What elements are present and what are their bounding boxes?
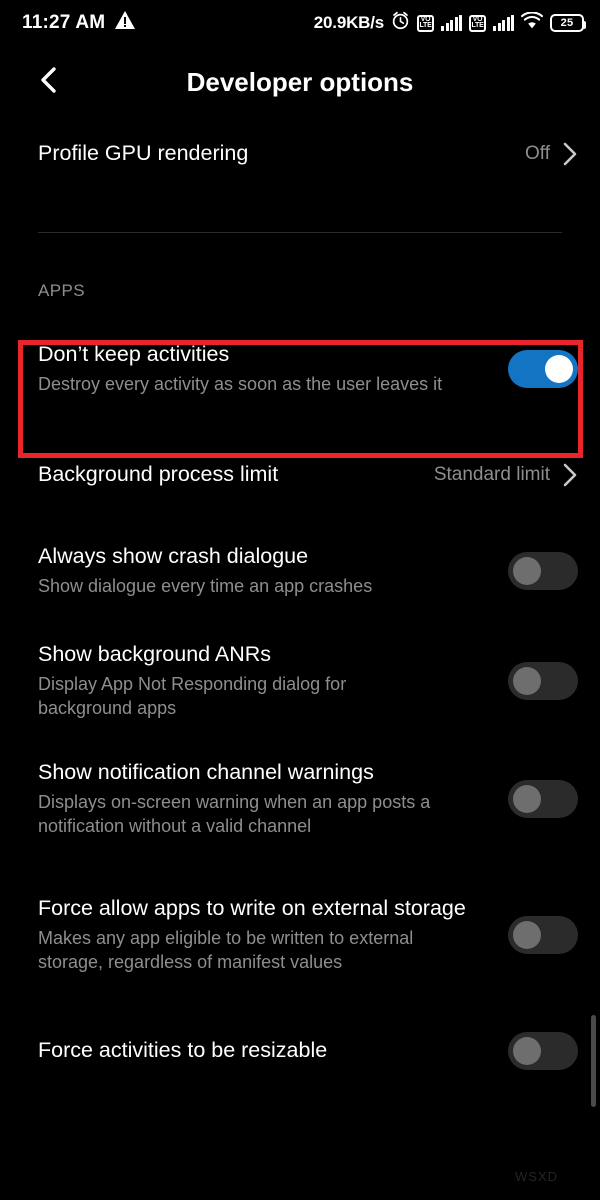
row-texts: Don’t keep activities Destroy every acti… [38, 341, 508, 396]
row-subtitle: Show dialogue every time an app crashes [38, 576, 373, 597]
volte-icon-sim1: VO LTE [417, 14, 434, 32]
row-subtitle: Destroy every activity as soon as the us… [38, 374, 443, 395]
row-show-background-anrs[interactable]: Show background ANRs Display App Not Res… [0, 629, 600, 733]
row-texts: Profile GPU rendering [38, 140, 525, 168]
volte-bottom-label-2: LTE [471, 22, 484, 29]
toggle-thumb [545, 355, 573, 383]
row-subtitle: Displays on-screen warning when an app p… [38, 792, 431, 837]
toggle-show-notification-channel-warnings[interactable] [508, 780, 578, 818]
network-rate-label: 20.9KB/s [313, 13, 384, 32]
row-title: Profile GPU rendering [38, 141, 249, 166]
row-title: Force activities to be resizable [38, 1038, 328, 1063]
toggle-thumb [513, 1037, 541, 1065]
volte-icon-sim2: VO LTE [469, 14, 486, 32]
status-bar-left: 11:27 AM [22, 11, 136, 35]
status-bar-clock: 11:27 AM [22, 12, 106, 33]
volte-bottom-label: LTE [419, 22, 432, 29]
signal-bars-icon-sim1 [441, 15, 462, 31]
chevron-right-icon [562, 141, 578, 167]
developer-options-screen: 11:27 AM 20.9KB/s VO LTE VO LTE 25 Devel… [0, 0, 600, 1200]
row-value: Standard limit [433, 464, 550, 485]
section-header-apps: APPS [38, 281, 85, 300]
row-dont-keep-activities[interactable]: Don’t keep activities Destroy every acti… [0, 317, 600, 421]
battery-level-label: 25 [560, 17, 574, 29]
warning-triangle-icon [115, 11, 136, 35]
row-texts: Show background ANRs Display App Not Res… [38, 641, 508, 721]
toggle-show-background-anrs[interactable] [508, 662, 578, 700]
row-title: Force allow apps to write on external st… [38, 896, 466, 921]
row-texts: Background process limit [38, 461, 434, 489]
row-texts: Show notification channel warnings Displ… [38, 759, 508, 839]
wifi-icon [520, 10, 544, 35]
row-value: Off [525, 143, 550, 164]
row-title: Always show crash dialogue [38, 544, 309, 569]
row-title: Show notification channel warnings [38, 760, 374, 785]
battery-indicator: 25 [550, 14, 586, 32]
toggle-thumb [513, 557, 541, 585]
toggle-force-activities-resizable[interactable] [508, 1032, 578, 1070]
toggle-force-allow-external-storage[interactable] [508, 916, 578, 954]
status-bar-right: 20.9KB/s VO LTE VO LTE 25 [313, 10, 586, 36]
settings-list: Profile GPU rendering Off APPS Don’t kee… [0, 118, 600, 1083]
row-background-process-limit[interactable]: Background process limit Standard limit [0, 437, 600, 513]
toggle-thumb [513, 785, 541, 813]
back-button[interactable] [18, 51, 80, 113]
row-force-activities-resizable[interactable]: Force activities to be resizable [0, 1019, 600, 1083]
row-force-allow-external-storage[interactable]: Force allow apps to write on external st… [0, 865, 600, 1005]
row-title: Show background ANRs [38, 642, 272, 667]
chevron-right-icon [562, 462, 578, 488]
chevron-left-icon [36, 65, 62, 100]
row-title: Don’t keep activities [38, 342, 230, 367]
row-texts: Always show crash dialogue Show dialogue… [38, 543, 508, 598]
row-texts: Force activities to be resizable [38, 1037, 508, 1065]
toggle-thumb [513, 667, 541, 695]
alarm-clock-icon [391, 11, 410, 36]
row-subtitle: Makes any app eligible to be written to … [38, 928, 414, 973]
status-bar: 11:27 AM 20.9KB/s VO LTE VO LTE 25 [0, 0, 600, 46]
toggle-thumb [513, 921, 541, 949]
row-profile-gpu-rendering[interactable]: Profile GPU rendering Off [0, 118, 600, 190]
row-always-show-crash-dialogue[interactable]: Always show crash dialogue Show dialogue… [0, 527, 600, 615]
toggle-dont-keep-activities[interactable] [508, 350, 578, 388]
row-subtitle: Display App Not Responding dialog for ba… [38, 674, 347, 719]
page-title: Developer options [186, 66, 414, 97]
watermark-label: WSXD [515, 1169, 558, 1184]
row-texts: Force allow apps to write on external st… [38, 895, 508, 975]
signal-bars-icon-sim2 [493, 15, 514, 31]
row-show-notification-channel-warnings[interactable]: Show notification channel warnings Displ… [0, 747, 600, 851]
vertical-scrollbar[interactable] [591, 1015, 596, 1107]
row-title: Background process limit [38, 462, 279, 487]
app-bar: Developer options [0, 46, 600, 118]
toggle-always-show-crash-dialogue[interactable] [508, 552, 578, 590]
